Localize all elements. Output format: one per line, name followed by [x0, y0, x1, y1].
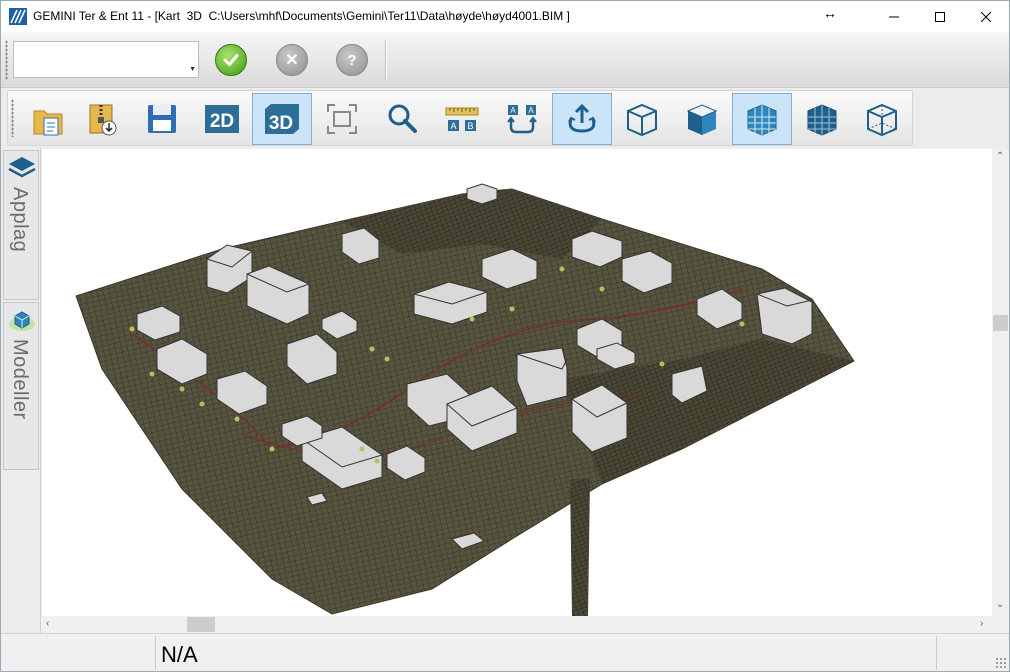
- measure-button[interactable]: A B: [432, 93, 492, 145]
- view-3d-button[interactable]: 3D: [252, 93, 312, 145]
- tab-applag[interactable]: Applag: [3, 150, 39, 300]
- gemini-app-icon: [9, 8, 27, 25]
- swap-ab-icon: A A: [507, 105, 537, 134]
- close-button[interactable]: [963, 1, 1009, 32]
- command-combo[interactable]: ▼: [13, 41, 199, 78]
- rotate-button[interactable]: [552, 93, 612, 145]
- chevron-down-icon[interactable]: ▼: [189, 66, 196, 73]
- solid-cube-button[interactable]: [672, 93, 732, 145]
- 3d-viewport[interactable]: [42, 149, 992, 616]
- resize-horizontal-icon: ↔: [823, 5, 837, 21]
- title-bar[interactable]: GEMINI Ter & Ent 11 - [Kart 3D C:\Users\…: [1, 1, 1009, 32]
- wireframe-cube-icon: [627, 103, 657, 137]
- vertical-scroll-thumb[interactable]: [993, 315, 1008, 331]
- transparent-cube-button[interactable]: [852, 93, 912, 145]
- label-3d: 3D: [269, 113, 293, 134]
- open-folder-icon: [33, 110, 63, 136]
- grid-cube-dark-button[interactable]: [792, 93, 852, 145]
- rotate-view-icon: [568, 103, 596, 133]
- 2d-view-icon: 2D: [205, 105, 239, 133]
- wireframe-cube-button[interactable]: [612, 93, 672, 145]
- minimize-button[interactable]: [871, 1, 917, 32]
- solid-cube-icon: [686, 104, 718, 135]
- x-icon: ✕: [285, 52, 299, 69]
- window-title: GEMINI Ter & Ent 11 - [Kart 3D C:\Users\…: [33, 9, 570, 23]
- toolbar-grip[interactable]: [11, 99, 14, 137]
- zoom-button[interactable]: [372, 93, 432, 145]
- save-icon: [148, 105, 176, 133]
- resize-grip-icon[interactable]: [995, 657, 1007, 669]
- model-icon: [9, 311, 35, 331]
- checkmark-icon: [223, 54, 239, 66]
- measure-ab-icon: A B: [445, 107, 479, 131]
- main-toolbar: 2D 3D A B A A: [7, 90, 913, 146]
- tab-applag-label: Applag: [9, 187, 31, 253]
- close-icon: [981, 11, 991, 22]
- zip-archive-icon: [89, 104, 117, 136]
- maximize-button[interactable]: [917, 1, 963, 32]
- command-bar: ▼ ✕ ?: [1, 32, 1009, 88]
- tab-modeller[interactable]: Modeller: [3, 302, 39, 470]
- label-a: A: [528, 106, 534, 115]
- grid-cube-dark-icon: [807, 104, 837, 136]
- zoom-extents-icon: [327, 104, 357, 134]
- status-bar: N/A: [1, 633, 1009, 671]
- swap-button[interactable]: A A: [492, 93, 552, 145]
- scroll-corner: [992, 616, 1009, 633]
- horizontal-scroll-thumb[interactable]: [187, 617, 215, 632]
- save-button[interactable]: [132, 93, 192, 145]
- label-a: A: [510, 106, 516, 115]
- label-b: B: [467, 121, 473, 131]
- horizontal-scrollbar[interactable]: ‹ ›: [42, 616, 992, 633]
- zoom-icon: [388, 104, 417, 133]
- question-icon: ?: [347, 51, 357, 69]
- grid-cube-icon: [747, 104, 777, 136]
- help-button[interactable]: ?: [336, 44, 368, 76]
- view-2d-button[interactable]: 2D: [192, 93, 252, 145]
- grid-cube-button[interactable]: [732, 93, 792, 145]
- transparent-cube-icon: [867, 103, 897, 137]
- tab-modeller-label: Modeller: [9, 339, 31, 420]
- scroll-down-icon[interactable]: ⌄: [996, 599, 1004, 610]
- toolbar-grip[interactable]: [5, 40, 8, 80]
- cancel-button[interactable]: ✕: [276, 44, 308, 76]
- open-button[interactable]: [18, 93, 78, 145]
- scroll-up-icon[interactable]: ⌃: [996, 151, 1004, 162]
- status-cell-left: [1, 636, 156, 670]
- scroll-left-icon[interactable]: ‹: [46, 618, 49, 629]
- status-cell-main: [156, 636, 937, 670]
- app-window: GEMINI Ter & Ent 11 - [Kart 3D C:\Users\…: [0, 0, 1010, 672]
- terrain-spike: [570, 479, 590, 616]
- label-a: A: [450, 121, 456, 131]
- toolbar-area: 2D 3D A B A A: [1, 88, 1009, 148]
- 3d-view-icon: 3D: [265, 104, 299, 134]
- command-separator: [385, 40, 387, 80]
- scroll-right-icon[interactable]: ›: [980, 618, 983, 629]
- terrain-3d-model[interactable]: [42, 149, 992, 616]
- left-dock: Applag Modeller: [1, 148, 41, 634]
- zoom-extents-button[interactable]: [312, 93, 372, 145]
- ok-button[interactable]: [215, 44, 247, 76]
- minimize-icon: [889, 16, 899, 17]
- layers-icon: [8, 157, 36, 178]
- maximize-icon: [935, 11, 945, 22]
- label-2d: 2D: [210, 111, 234, 132]
- vertical-scrollbar[interactable]: ⌃ ⌄: [992, 149, 1009, 616]
- zip-button[interactable]: [72, 93, 132, 145]
